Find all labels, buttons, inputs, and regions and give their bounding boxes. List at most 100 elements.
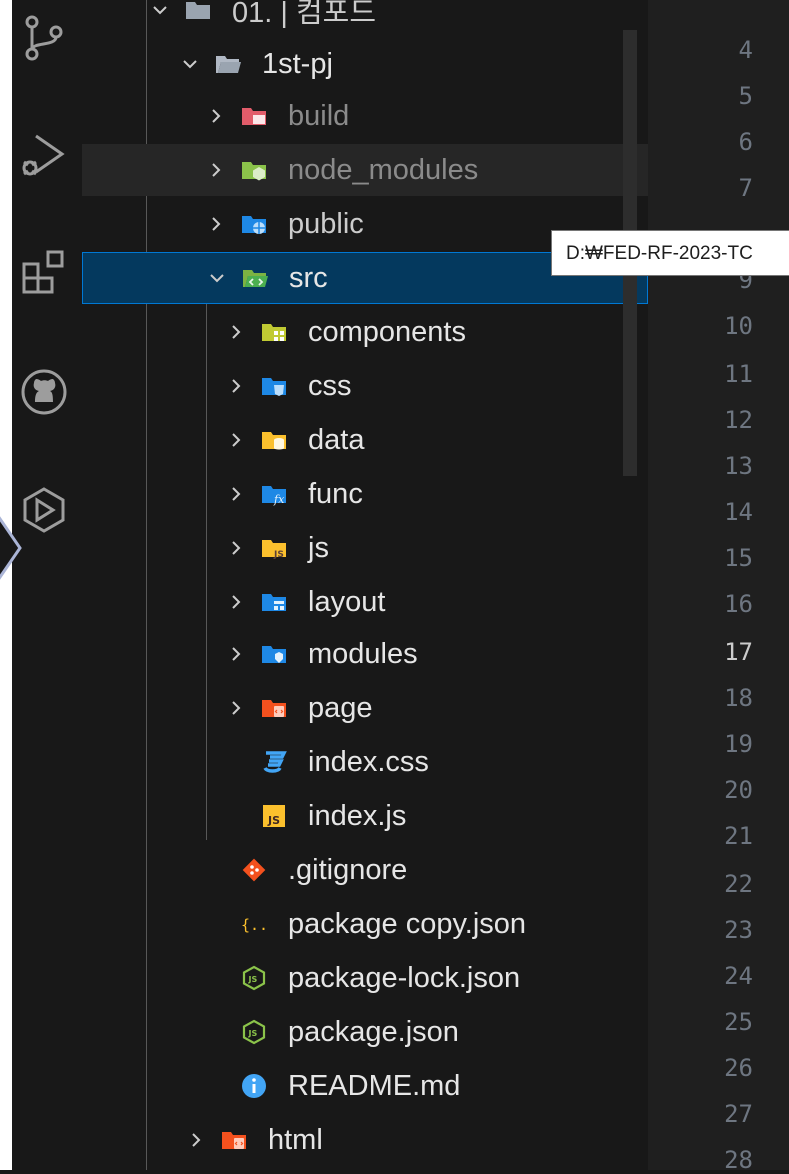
tree-item-build[interactable]: build bbox=[82, 90, 648, 142]
tree-item-1st-pj[interactable]: 1st-pj bbox=[82, 38, 648, 90]
line-number: 21 bbox=[724, 822, 753, 850]
chevron-down-icon bbox=[148, 0, 172, 22]
folder-label: src bbox=[289, 261, 328, 294]
file-explorer: 01. | 컴포드 1st-pj build node_modules publ… bbox=[82, 0, 648, 1170]
svg-text:fx: fx bbox=[273, 493, 285, 506]
modules-folder-icon bbox=[260, 640, 288, 668]
folder-label: func bbox=[308, 477, 363, 510]
nodejs-icon: JS bbox=[240, 1018, 268, 1046]
folder-label: 01. | 컴포드 bbox=[232, 0, 377, 29]
folder-label: js bbox=[308, 531, 329, 564]
chevron-right-icon bbox=[224, 642, 248, 666]
chevron-right-icon bbox=[204, 158, 228, 182]
tree-item-package-copy-json[interactable]: {..} package copy.json bbox=[82, 898, 648, 950]
tree-item-page[interactable]: page bbox=[82, 682, 648, 734]
tree-item-package-json[interactable]: JS package.json bbox=[82, 1006, 648, 1058]
git-icon bbox=[240, 856, 268, 884]
svg-text:JS: JS bbox=[248, 975, 258, 984]
tree-item-package-lock-json[interactable]: JS package-lock.json bbox=[82, 952, 648, 1004]
line-number: 20 bbox=[724, 776, 753, 804]
folder-label: components bbox=[308, 315, 466, 348]
tree-item-index-css[interactable]: index.css bbox=[82, 736, 648, 788]
nodejs-icon: JS bbox=[240, 964, 268, 992]
tree-item-components[interactable]: components bbox=[82, 306, 648, 358]
line-number: 5 bbox=[738, 82, 753, 110]
file-label: .gitignore bbox=[288, 853, 408, 886]
folder-label: node_modules bbox=[288, 153, 479, 186]
html-folder-icon bbox=[220, 1126, 248, 1154]
svg-text:JS: JS bbox=[273, 550, 284, 560]
chevron-down-icon bbox=[178, 52, 202, 76]
build-folder-icon bbox=[240, 102, 268, 130]
path-tooltip: D:₩FED-RF-2023-TC bbox=[551, 230, 789, 276]
line-number: 12 bbox=[724, 406, 753, 434]
line-number: 24 bbox=[724, 962, 753, 990]
line-number: 19 bbox=[724, 730, 753, 758]
file-label: package-lock.json bbox=[288, 961, 521, 994]
line-number: 15 bbox=[724, 544, 753, 572]
tree-item-js[interactable]: JS js bbox=[82, 522, 648, 574]
remote-explorer-icon[interactable] bbox=[20, 486, 68, 534]
folder-label: layout bbox=[308, 585, 386, 618]
chevron-right-icon bbox=[224, 696, 248, 720]
source-control-icon[interactable] bbox=[20, 14, 68, 62]
folder-label: css bbox=[308, 369, 352, 402]
chevron-right-icon bbox=[224, 482, 248, 506]
chevron-right-icon bbox=[184, 1128, 208, 1152]
components-folder-icon bbox=[260, 318, 288, 346]
line-number: 18 bbox=[724, 684, 753, 712]
editor-gutter: 4 5 6 7 9 10 11 12 13 14 15 16 17 18 19 … bbox=[648, 0, 789, 1174]
file-label: package.json bbox=[288, 1015, 459, 1048]
line-number: 11 bbox=[724, 360, 753, 388]
folder-label: 1st-pj bbox=[262, 47, 333, 80]
tree-item-html[interactable]: html bbox=[82, 1114, 648, 1166]
tree-item-layout[interactable]: layout bbox=[82, 576, 648, 628]
line-number: 22 bbox=[724, 870, 753, 898]
function-folder-icon: fx bbox=[260, 480, 288, 508]
extensions-icon[interactable] bbox=[20, 248, 68, 296]
chevron-right-icon bbox=[224, 590, 248, 614]
folder-label: data bbox=[308, 423, 365, 456]
line-number-active: 17 bbox=[724, 638, 753, 666]
tree-item-gitignore[interactable]: .gitignore bbox=[82, 844, 648, 896]
file-label: package copy.json bbox=[288, 907, 527, 940]
line-number: 4 bbox=[738, 36, 753, 64]
tree-item-folder[interactable]: 01. | 컴포드 bbox=[82, 0, 648, 36]
js-file-icon: JS bbox=[260, 802, 288, 830]
folder-icon bbox=[184, 0, 212, 24]
chevron-down-icon bbox=[205, 266, 229, 290]
tree-item-index-js[interactable]: JS index.js bbox=[82, 790, 648, 842]
tree-item-css[interactable]: css bbox=[82, 360, 648, 412]
line-number: 14 bbox=[724, 498, 753, 526]
svg-text:{..}: {..} bbox=[241, 916, 268, 934]
line-number: 10 bbox=[724, 312, 753, 340]
chevron-right-icon bbox=[224, 428, 248, 452]
chevron-right-icon bbox=[224, 320, 248, 344]
tree-item-data[interactable]: data bbox=[82, 414, 648, 466]
folder-label: public bbox=[288, 207, 364, 240]
line-number: 6 bbox=[738, 128, 753, 156]
css-file-icon bbox=[260, 748, 288, 776]
panel-toggle-chevron-icon[interactable] bbox=[0, 508, 24, 588]
tree-item-func[interactable]: fx func bbox=[82, 468, 648, 520]
folder-open-icon bbox=[214, 50, 242, 78]
json-file-icon: {..} bbox=[240, 910, 268, 938]
line-number: 27 bbox=[724, 1100, 753, 1128]
js-folder-icon: JS bbox=[260, 534, 288, 562]
folder-label: html bbox=[268, 1123, 323, 1156]
github-icon[interactable] bbox=[20, 368, 68, 416]
chevron-right-icon bbox=[204, 104, 228, 128]
tree-item-node-modules[interactable]: node_modules bbox=[82, 144, 648, 196]
file-label: index.js bbox=[308, 799, 407, 832]
layout-folder-icon bbox=[260, 588, 288, 616]
run-and-debug-icon[interactable] bbox=[20, 130, 68, 178]
chevron-right-icon bbox=[224, 536, 248, 560]
folder-label: build bbox=[288, 99, 350, 132]
line-number: 26 bbox=[724, 1054, 753, 1082]
css-folder-icon bbox=[260, 372, 288, 400]
line-number: 13 bbox=[724, 452, 753, 480]
tree-item-readme[interactable]: README.md bbox=[82, 1060, 648, 1112]
folder-label: page bbox=[308, 691, 373, 724]
src-folder-open-icon bbox=[241, 264, 269, 292]
tree-item-modules[interactable]: modules bbox=[82, 628, 648, 680]
